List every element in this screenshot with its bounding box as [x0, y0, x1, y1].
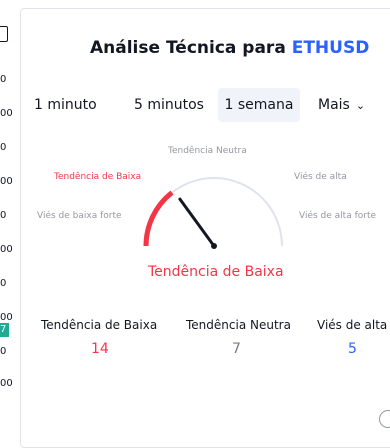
summary-label-neutral: Tendência Neutra — [186, 318, 291, 332]
gauge-label-neutral: Tendência Neutra — [168, 146, 247, 156]
summary-value-buy: 5 — [348, 341, 357, 357]
gauge-label-strong-sell: Viés de baixa forte — [37, 211, 122, 221]
help-icon[interactable] — [379, 410, 390, 428]
gauge-label-strong-buy: Viés de alta forte — [299, 211, 377, 221]
gauge-label-sell: Tendência de Baixa — [54, 172, 142, 182]
summary-value-sell: 14 — [91, 341, 109, 357]
gauge-verdict: Tendência de Baixa — [148, 264, 284, 280]
gauge-label-buy: Viés de alta — [294, 172, 347, 182]
gauge-pivot — [211, 243, 217, 249]
gauge-track — [145, 177, 283, 247]
gauge-needle — [178, 197, 216, 248]
gauge-fill — [143, 190, 174, 247]
summary-label-sell: Tendência de Baixa — [41, 318, 158, 332]
summary-value-neutral: 7 — [232, 341, 241, 357]
summary-label-buy: Viés de alta — [317, 318, 388, 332]
